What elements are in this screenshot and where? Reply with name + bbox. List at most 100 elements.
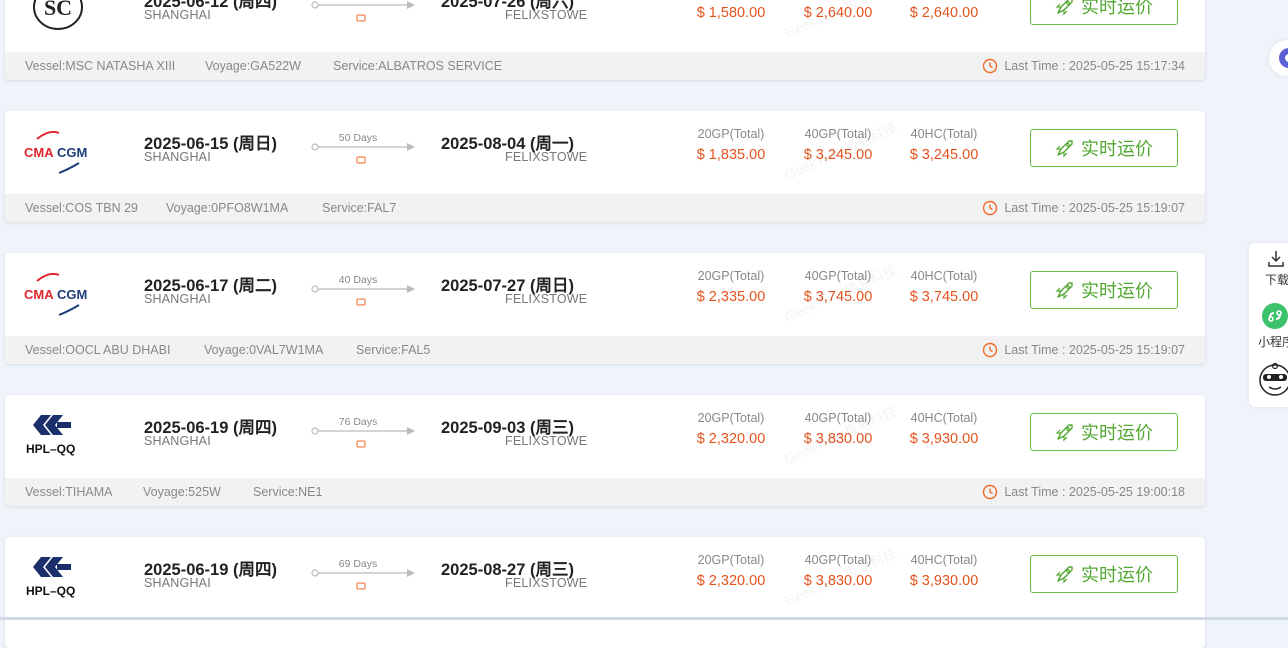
carrier-logo-hapag: HPL–QQ [23,553,95,603]
transit-route: 69 Days [311,557,417,597]
rocket-icon [1055,0,1073,16]
button-label: 实时运价 [1081,139,1153,159]
price-40hc: 40HC(Total) $ 3,245.00 [889,127,999,163]
departure-port: SHANGHAI [144,292,211,306]
price-label: 40HC(Total) [910,127,978,141]
price-value: $ 2,335.00 [696,289,766,305]
service-name: Service:FAL5 [356,343,431,357]
route-arrow-icon [311,285,415,306]
miniprogram-icon [1262,303,1288,329]
price-40gp: 40GP(Total) $ 2,640.00 [783,0,893,21]
svg-text:CGM: CGM [57,145,87,160]
cma-cgm-logo-icon: CMA CGM [24,272,87,316]
last-update-text: Last Time : 2025-05-25 15:17:34 [1004,59,1185,73]
arrival-port: FELIXSTOWE [505,150,588,164]
svg-text:HPL–QQ: HPL–QQ [26,442,75,456]
live-rate-button[interactable]: 实时运价 [1030,129,1178,167]
price-40hc: 40HC(Total) $ 2,640.00 [889,0,999,21]
price-label: 20GP(Total) [697,127,765,141]
route-arrow-icon [311,1,415,22]
svg-text:M: M [51,0,64,4]
service-name: Service:NE1 [253,485,323,499]
clock-icon [983,200,998,216]
last-update: Last Time : 2025-05-25 15:19:07 [982,342,1185,358]
schedule-main: HPL–QQ 2025-06-19 (周四) SHANGHAI 76 Days … [5,395,1205,478]
price-label: 40HC(Total) [910,553,978,567]
arrival-port: FELIXSTOWE [505,8,588,22]
download-tool[interactable]: 下载 [1249,243,1288,293]
download-label: 下载 [1265,273,1288,287]
departure-port: SHANGHAI [144,576,211,590]
clock-icon [983,484,998,500]
button-label: 实时运价 [1081,281,1153,301]
departure-port: SHANGHAI [144,434,211,448]
price-label: 20GP(Total) [697,553,765,567]
price-value: $ 3,745.00 [909,289,979,305]
live-rate-button[interactable]: 实时运价 [1030,555,1178,593]
cma-cgm-logo-icon: CMA CGM [24,130,87,174]
price-40gp: 40GP(Total) $ 3,245.00 [783,127,893,163]
voyage-number: Voyage:0VAL7W1MA [204,343,324,357]
badge-icon [1279,48,1288,68]
price-40gp: 40GP(Total) $ 3,745.00 [783,269,893,305]
transit-route: 76 Days [311,415,417,455]
price-value: $ 3,930.00 [909,573,979,589]
last-update-text: Last Time : 2025-05-25 15:19:07 [1004,201,1185,215]
service-name: Service:ALBATROS SERVICE [333,59,503,73]
price-value: $ 3,245.00 [909,147,979,163]
live-rate-button[interactable]: 实时运价 [1030,271,1178,309]
last-update: Last Time : 2025-05-25 15:19:07 [982,200,1185,216]
price-label: 40GP(Total) [804,411,872,425]
svg-text:HPL–QQ: HPL–QQ [26,584,75,598]
schedule-main: SC M 2025-06-12 (周四) SHANGHAI 2025-07-26… [5,0,1205,52]
price-value: $ 2,640.00 [803,5,873,21]
live-rate-button[interactable]: 实时运价 [1030,0,1178,25]
floating-top-button[interactable] [1269,40,1288,76]
transit-route: 50 Days [311,131,417,171]
price-value: $ 3,830.00 [803,573,873,589]
last-update-text: Last Time : 2025-05-25 19:00:18 [1004,485,1185,499]
vessel-info-bar: Vessel:COS TBN 29 Voyage:0PFO8W1MA Servi… [5,194,1205,222]
arrival-port: FELIXSTOWE [505,434,588,448]
price-label: 40HC(Total) [910,411,978,425]
schedule-card: SC M 2025-06-12 (周四) SHANGHAI 2025-07-26… [5,0,1205,80]
hapag-lloyd-logo-icon: HPL–QQ [26,415,75,456]
vessel-info-bar: Vessel:OOCL ABU DHABI Voyage:0VAL7W1MA S… [5,336,1205,364]
price-value: $ 3,930.00 [909,431,979,447]
price-value: $ 1,580.00 [696,5,766,21]
hapag-lloyd-logo-icon: HPL–QQ [26,557,75,598]
vessel-name: Vessel:OOCL ABU DHABI [25,343,171,357]
schedule-card: CMA CGM 2025-06-15 (周日) SHANGHAI 50 Days… [5,111,1205,222]
price-value: $ 2,640.00 [909,5,979,21]
price-value: $ 2,320.00 [696,573,766,589]
price-40gp: 40GP(Total) $ 3,830.00 [783,411,893,447]
rocket-icon [1055,140,1073,158]
price-value: $ 1,835.00 [696,147,766,163]
svg-text:CGM: CGM [57,287,87,302]
customer-service-tool[interactable] [1249,358,1288,403]
price-label: 40HC(Total) [910,269,978,283]
live-rate-button[interactable]: 实时运价 [1030,413,1178,451]
voyage-number: Voyage:GA522W [205,59,301,73]
msc-logo-icon: SC M [33,0,83,30]
miniprogram-tool[interactable]: 小程序 [1249,299,1288,351]
clock-icon [983,342,998,358]
floating-toolbar: 下载 小程序 [1249,243,1288,407]
route-arrow-icon [311,143,415,164]
schedule-card: HPL–QQ 2025-06-19 (周四) SHANGHAI 69 Days … [5,537,1205,648]
schedule-card: HPL–QQ 2025-06-19 (周四) SHANGHAI 76 Days … [5,395,1205,506]
departure-port: SHANGHAI [144,8,211,22]
route-arrow-icon [311,427,415,448]
mascot-avatar-icon [1259,362,1288,396]
price-40hc: 40HC(Total) $ 3,930.00 [889,553,999,589]
schedule-main: CMA CGM 2025-06-17 (周二) SHANGHAI 40 Days… [5,253,1205,336]
vessel-info-bar: Vessel:TIHAMA Voyage:525W Service:NE1 La… [5,478,1205,506]
price-label: 20GP(Total) [697,411,765,425]
route-arrow-icon [311,569,415,590]
carrier-logo-cma-cgm: CMA CGM [23,127,95,177]
price-label: 40GP(Total) [804,553,872,567]
schedule-main: CMA CGM 2025-06-15 (周日) SHANGHAI 50 Days… [5,111,1205,194]
button-label: 实时运价 [1081,0,1153,17]
price-20gp: 20GP(Total) $ 2,335.00 [676,269,786,305]
last-update: Last Time : 2025-05-25 19:00:18 [982,484,1185,500]
